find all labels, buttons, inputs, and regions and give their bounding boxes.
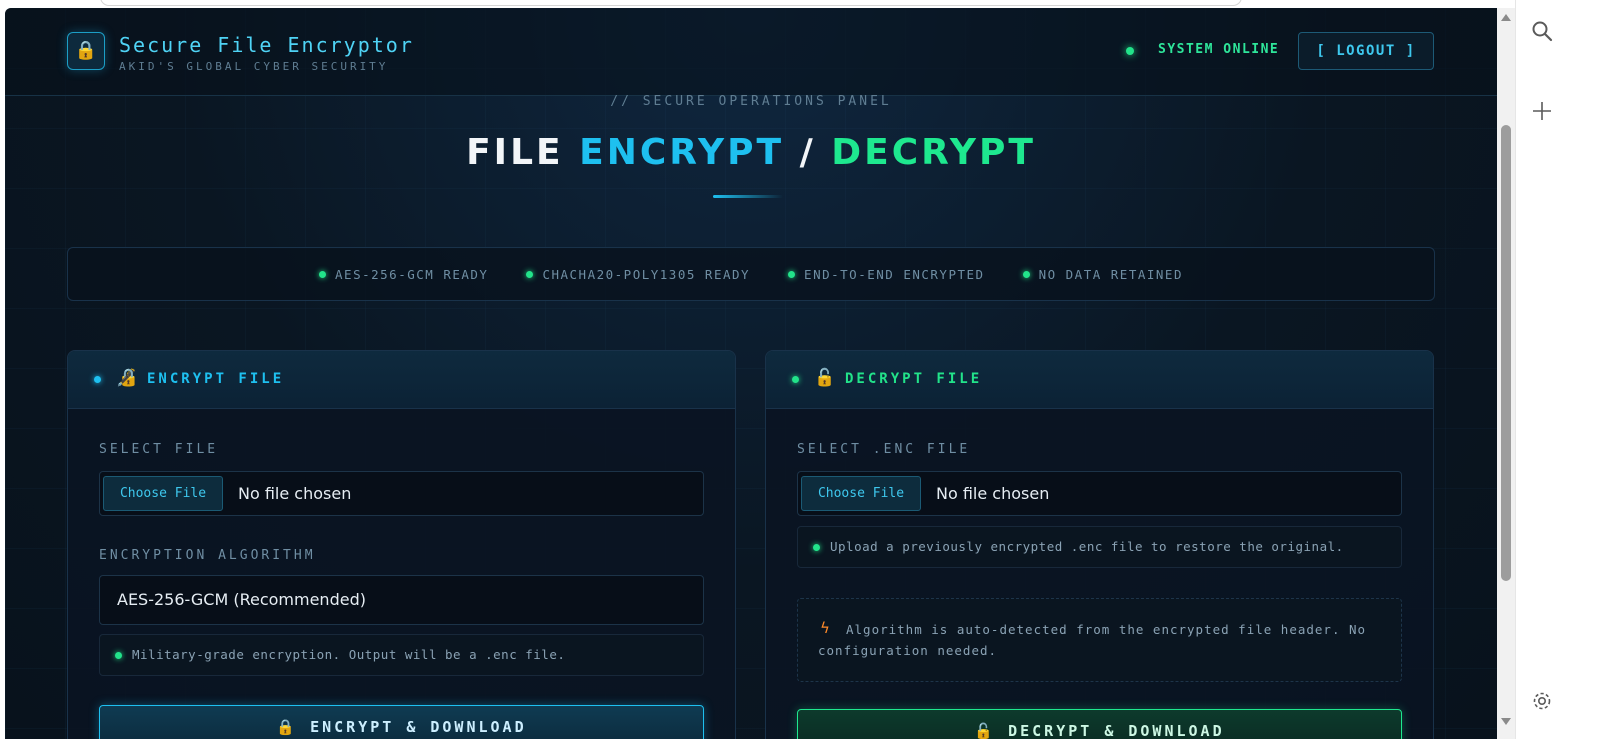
scroll-down-icon[interactable] [1501, 718, 1511, 725]
app-subtitle: AKID'S GLOBAL CYBER SECURITY [119, 60, 389, 73]
decrypt-hint: Upload a previously encrypted .enc file … [797, 526, 1402, 568]
encrypt-panel: 🔏 ENCRYPT FILE SELECT FILE Choose File N… [67, 350, 736, 739]
locked-key-icon: 🔏 [116, 368, 138, 388]
algorithm-label: ENCRYPTION ALGORITHM [99, 548, 316, 563]
hint-dot-icon [115, 652, 122, 659]
status-label: NO DATA RETAINED [1038, 266, 1183, 282]
add-icon[interactable] [1528, 100, 1556, 128]
file-status: No file chosen [238, 484, 352, 503]
decrypt-panel-header: 🔓 DECRYPT FILE [766, 351, 1433, 409]
status-dot-icon [1126, 47, 1134, 55]
title-slash: / [784, 132, 832, 173]
status-label: AES-256-GCM READY [335, 266, 489, 282]
encrypt-panel-title: ENCRYPT FILE [147, 371, 285, 387]
lock-icon: 🔒 [67, 32, 105, 70]
scroll-up-icon[interactable] [1501, 14, 1511, 21]
browser-top-edge [0, 0, 1600, 8]
status-item-aes: AES-256-GCM READY [319, 267, 488, 282]
title-decrypt: DECRYPT [831, 132, 1036, 173]
decrypt-panel: 🔓 DECRYPT FILE SELECT .ENC FILE Choose F… [765, 350, 1434, 739]
encrypt-hint-text: Military-grade encryption. Output will b… [132, 647, 566, 662]
algorithm-select[interactable]: AES-256-GCM (Recommended) [99, 575, 704, 625]
decrypt-download-button[interactable]: 🔓 DECRYPT & DOWNLOAD [797, 709, 1402, 739]
section-kicker: // SECURE OPERATIONS PANEL [610, 94, 892, 109]
logout-button[interactable]: [ LOGOUT ] [1298, 32, 1434, 70]
status-dot-icon [788, 270, 796, 278]
address-bar[interactable] [100, 0, 1242, 6]
status-dot-icon [319, 270, 327, 278]
title-file: FILE [466, 132, 580, 173]
status-dot-icon [1022, 270, 1030, 278]
title-encrypt: ENCRYPT [579, 132, 785, 173]
system-status: SYSTEM ONLINE [1158, 42, 1280, 57]
algorithm-selected-value: AES-256-GCM (Recommended) [117, 590, 366, 609]
unlocked-icon: 🔓 [814, 368, 836, 388]
encrypt-file-input[interactable]: Choose File No file chosen [99, 471, 704, 516]
status-dot-icon [526, 270, 534, 278]
decrypt-hint-text: Upload a previously encrypted .enc file … [830, 539, 1344, 554]
select-file-label: SELECT FILE [99, 442, 219, 457]
select-enc-file-label: SELECT .ENC FILE [797, 442, 971, 457]
auto-detect-note: ϟ Algorithm is auto-detected from the en… [797, 598, 1402, 682]
choose-file-button[interactable]: Choose File [103, 476, 223, 511]
encrypt-download-button[interactable]: 🔒 ENCRYPT & DOWNLOAD [99, 705, 704, 739]
title-underline [713, 195, 783, 198]
scroll-thumb[interactable] [1501, 125, 1511, 581]
panel-dot-icon [94, 376, 101, 383]
app-title: Secure File Encryptor [119, 33, 414, 57]
hint-dot-icon [813, 544, 820, 551]
browser-side-rail [1515, 0, 1600, 739]
auto-detect-note-text: Algorithm is auto-detected from the encr… [818, 622, 1367, 658]
gear-icon[interactable] [1528, 690, 1556, 718]
page-title: FILE ENCRYPT / DECRYPT [5, 132, 1497, 173]
app-header: 🔒 Secure File Encryptor AKID'S GLOBAL CY… [5, 8, 1497, 96]
status-item-e2e: END-TO-END ENCRYPTED [788, 267, 985, 282]
status-strip: AES-256-GCM READY CHACHA20-POLY1305 READ… [67, 247, 1435, 301]
app-viewport: 🔒 Secure File Encryptor AKID'S GLOBAL CY… [5, 8, 1497, 739]
decrypt-panel-title: DECRYPT FILE [845, 371, 983, 387]
search-icon[interactable] [1528, 20, 1556, 48]
status-label: END-TO-END ENCRYPTED [804, 266, 985, 282]
file-status: No file chosen [936, 484, 1050, 503]
page-scrollbar[interactable] [1497, 8, 1515, 739]
status-item-no-data: NO DATA RETAINED [1022, 266, 1183, 282]
panel-dot-icon [792, 376, 799, 383]
status-item-chacha: CHACHA20-POLY1305 READY [526, 267, 750, 282]
status-label: CHACHA20-POLY1305 READY [542, 266, 751, 282]
decrypt-file-input[interactable]: Choose File No file chosen [797, 471, 1402, 516]
encrypt-panel-header: 🔏 ENCRYPT FILE [68, 351, 735, 409]
choose-file-button[interactable]: Choose File [801, 476, 921, 511]
encrypt-hint: Military-grade encryption. Output will b… [99, 634, 704, 676]
